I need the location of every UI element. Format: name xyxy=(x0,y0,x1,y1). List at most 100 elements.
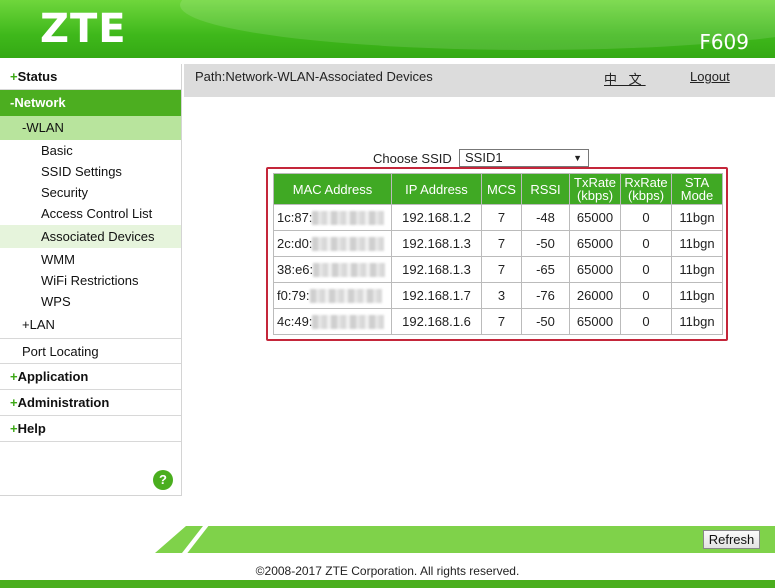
nav-administration-label: Administration xyxy=(17,395,110,410)
bottom-bar xyxy=(0,580,775,588)
nav-help-label: Help xyxy=(17,421,46,436)
mac-redacted xyxy=(312,211,385,226)
mcs-cell: 7 xyxy=(481,308,522,335)
path-bar: Path:Network-WLAN-Associated Devices 中 文… xyxy=(184,64,775,97)
mac-cell: 1c:87: xyxy=(273,204,392,231)
mcs-cell: 3 xyxy=(481,282,522,309)
mac-prefix: 4c:49: xyxy=(277,313,313,329)
nav-wlan-wps[interactable]: WPS xyxy=(0,291,181,312)
mac-cell: f0:79: xyxy=(273,282,392,309)
col-rxrate: RxRate (kbps) xyxy=(620,173,672,205)
table-row: 2c:d0: 192.168.1.3 7 -50 65000 0 11bgn xyxy=(273,230,723,257)
nav-lan[interactable]: +LAN xyxy=(0,312,181,338)
language-link[interactable]: 中 文 xyxy=(604,69,646,88)
nav-network-label: Network xyxy=(14,95,66,110)
nav-administration[interactable]: +Administration xyxy=(0,390,181,416)
sta-mode-cell: 11bgn xyxy=(671,230,723,257)
nav-wlan-wifi-restrictions[interactable]: WiFi Restrictions xyxy=(0,270,181,291)
col-sta-mode: STA Mode xyxy=(671,173,723,205)
mac-prefix: 38:e6: xyxy=(277,261,314,277)
dropdown-arrow-icon: ▼ xyxy=(573,153,582,163)
breadcrumb: Path:Network-WLAN-Associated Devices xyxy=(195,69,433,84)
nav-status[interactable]: +Status xyxy=(0,64,181,90)
nav-wlan-access-control-list[interactable]: Access Control List xyxy=(0,203,181,224)
nav-wlan-wmm[interactable]: WMM xyxy=(0,249,181,270)
header-banner: ZTE F609 xyxy=(0,0,775,58)
table-row: 38:e6: 192.168.1.3 7 -65 65000 0 11bgn xyxy=(273,256,723,283)
mac-redacted xyxy=(309,289,382,304)
col-mcs: MCS xyxy=(481,173,522,205)
mac-cell: 4c:49: xyxy=(273,308,392,335)
devices-table-frame: MAC Address IP Address MCS RSSI TxRate (k… xyxy=(266,167,728,341)
txrate-cell: 65000 xyxy=(569,204,621,231)
nav-wlan[interactable]: -WLAN xyxy=(0,116,181,140)
nav-wlan-basic[interactable]: Basic xyxy=(0,140,181,161)
table-row: 1c:87: 192.168.1.2 7 -48 65000 0 11bgn xyxy=(273,204,723,231)
expand-icon: + xyxy=(10,369,18,384)
sidebar: +Status -Network -WLAN Basic SSID Settin… xyxy=(0,64,182,496)
rxrate-cell: 0 xyxy=(620,230,672,257)
expand-icon: + xyxy=(10,395,18,410)
sta-mode-cell: 11bgn xyxy=(671,308,723,335)
ssid-select[interactable]: SSID1 ▼ xyxy=(459,149,589,167)
mcs-cell: 7 xyxy=(481,230,522,257)
mac-prefix: 2c:d0: xyxy=(277,235,313,251)
device-model: F609 xyxy=(699,30,749,54)
mac-cell: 38:e6: xyxy=(273,256,392,283)
ssid-selected-value: SSID1 xyxy=(465,150,503,165)
copyright-text: ©2008-2017 ZTE Corporation. All rights r… xyxy=(255,564,520,578)
col-rxrate-line2: (kbps) xyxy=(627,188,665,203)
nav-help[interactable]: +Help xyxy=(0,416,181,442)
refresh-button[interactable]: Refresh xyxy=(703,530,760,549)
col-ip-address: IP Address xyxy=(391,173,482,205)
rssi-cell: -48 xyxy=(521,204,570,231)
mcs-cell: 7 xyxy=(481,204,522,231)
ip-cell: 192.168.1.3 xyxy=(391,230,482,257)
rxrate-cell: 0 xyxy=(620,308,672,335)
col-rssi: RSSI xyxy=(521,173,570,205)
nav-application-label: Application xyxy=(17,369,89,384)
sta-mode-cell: 11bgn xyxy=(671,204,723,231)
nav-port-locating[interactable]: Port Locating xyxy=(0,338,181,364)
ip-cell: 192.168.1.7 xyxy=(391,282,482,309)
associated-devices-table: MAC Address IP Address MCS RSSI TxRate (k… xyxy=(273,173,723,335)
header-swoosh xyxy=(180,0,775,50)
nav-wlan-ssid-settings[interactable]: SSID Settings xyxy=(0,161,181,182)
mac-redacted xyxy=(313,263,386,278)
table-header-row: MAC Address IP Address MCS RSSI TxRate (k… xyxy=(273,173,723,205)
col-txrate: TxRate (kbps) xyxy=(569,173,621,205)
mcs-cell: 7 xyxy=(481,256,522,283)
nav-network[interactable]: -Network xyxy=(0,90,181,116)
rxrate-cell: 0 xyxy=(620,204,672,231)
rssi-cell: -50 xyxy=(521,230,570,257)
logout-link[interactable]: Logout xyxy=(690,69,730,84)
ip-cell: 192.168.1.6 xyxy=(391,308,482,335)
nav-status-label: Status xyxy=(17,69,58,84)
txrate-cell: 26000 xyxy=(569,282,621,309)
nav-wlan-security[interactable]: Security xyxy=(0,182,181,203)
rssi-cell: -50 xyxy=(521,308,570,335)
choose-ssid-label: Choose SSID xyxy=(373,151,452,166)
mac-prefix: f0:79: xyxy=(277,287,310,303)
rssi-cell: -76 xyxy=(521,282,570,309)
mac-redacted xyxy=(312,315,385,330)
nav-wlan-associated-devices[interactable]: Associated Devices xyxy=(0,225,181,248)
expand-icon: + xyxy=(10,69,18,84)
mac-cell: 2c:d0: xyxy=(273,230,392,257)
rssi-cell: -65 xyxy=(521,256,570,283)
ip-cell: 192.168.1.2 xyxy=(391,204,482,231)
sta-mode-cell: 11bgn xyxy=(671,282,723,309)
col-txrate-line2: (kbps) xyxy=(576,188,614,203)
txrate-cell: 65000 xyxy=(569,256,621,283)
rxrate-cell: 0 xyxy=(620,282,672,309)
txrate-cell: 65000 xyxy=(569,230,621,257)
col-mac-address: MAC Address xyxy=(273,173,392,205)
nav-application[interactable]: +Application xyxy=(0,364,181,390)
help-icon[interactable]: ? xyxy=(153,470,173,490)
ip-cell: 192.168.1.3 xyxy=(391,256,482,283)
table-row: f0:79: 192.168.1.7 3 -76 26000 0 11bgn xyxy=(273,282,723,309)
zte-logo: ZTE xyxy=(40,6,127,52)
txrate-cell: 65000 xyxy=(569,308,621,335)
footer-bar xyxy=(155,526,775,553)
mac-prefix: 1c:87: xyxy=(277,209,313,225)
